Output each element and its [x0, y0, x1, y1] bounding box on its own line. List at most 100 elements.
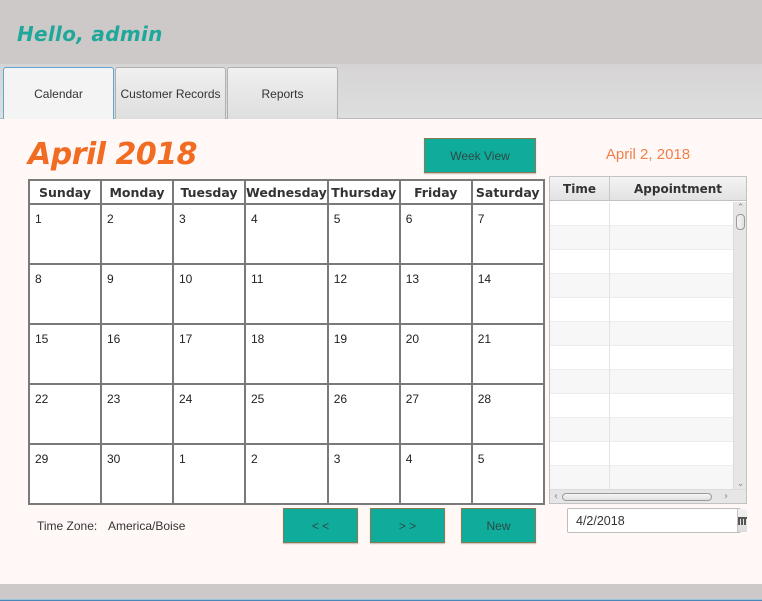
calendar-day-cell[interactable]: 28 — [470, 383, 545, 445]
calendar-day-cell[interactable]: 22 — [28, 383, 102, 445]
calendar-day-cell[interactable]: 27 — [398, 383, 473, 445]
appointment-row[interactable] — [550, 394, 733, 418]
appointment-row[interactable] — [550, 298, 733, 322]
appointment-time-cell — [550, 418, 610, 441]
week-view-button[interactable]: Week View — [424, 138, 536, 173]
calendar-day-cell[interactable]: 23 — [100, 383, 174, 445]
calendar-day-cell[interactable]: 13 — [398, 263, 473, 325]
calendar-day-cell[interactable]: 25 — [244, 383, 329, 445]
calendar-day-cell[interactable]: 3 — [172, 203, 246, 265]
next-month-button[interactable]: > > — [370, 508, 445, 543]
appointment-row[interactable] — [550, 442, 733, 466]
appointment-title-cell — [610, 202, 733, 225]
month-title: April 2018 — [28, 137, 198, 172]
appointment-title-cell — [610, 442, 733, 465]
appointment-row[interactable] — [550, 202, 733, 226]
appointment-title-cell — [610, 346, 733, 369]
calendar-day-cell[interactable]: 16 — [100, 323, 174, 385]
weekday-header: Wednesday — [244, 179, 329, 205]
horizontal-scrollbar[interactable]: ‹ › — [550, 489, 746, 503]
calendar-day-cell[interactable]: 5 — [470, 443, 545, 505]
calendar-week-row: 1234567 — [28, 203, 545, 265]
appointment-time-cell — [550, 322, 610, 345]
selected-date-title: April 2, 2018 — [605, 146, 691, 163]
appointment-row[interactable] — [550, 466, 733, 490]
weekday-header: Thursday — [326, 179, 401, 205]
calendar-week-row: 22 23 24 25 26 27 28 — [28, 383, 545, 445]
horizontal-scroll-thumb[interactable] — [562, 493, 712, 501]
calendar-day-cell[interactable]: 19 — [326, 323, 401, 385]
tab-bar: Calendar Customer Records Reports — [0, 64, 762, 120]
footer-bar — [0, 584, 762, 601]
tab-customer-records[interactable]: Customer Records — [115, 67, 226, 119]
calendar-week-row: 8 9 10 11 12 13 14 — [28, 263, 545, 325]
appointment-title-cell — [610, 370, 733, 393]
appointment-time-cell — [550, 250, 610, 273]
calendar-day-cell[interactable]: 21 — [470, 323, 545, 385]
calendar-day-cell[interactable]: 17 — [172, 323, 246, 385]
column-header-time[interactable]: Time — [550, 177, 610, 200]
weekday-header: Tuesday — [172, 179, 246, 205]
appointments-table-header: Time Appointment — [550, 177, 746, 201]
appointment-title-cell — [610, 394, 733, 417]
new-appointment-button[interactable]: New — [461, 508, 536, 543]
calendar-day-cell[interactable]: 2 — [244, 443, 329, 505]
calendar-day-cell[interactable]: 15 — [28, 323, 102, 385]
calendar-day-cell[interactable]: 26 — [326, 383, 401, 445]
calendar-day-cell[interactable]: 7 — [470, 203, 545, 265]
timezone-value: America/Boise — [108, 519, 186, 533]
calendar-day-cell[interactable]: 24 — [172, 383, 246, 445]
tab-calendar[interactable]: Calendar — [3, 67, 114, 120]
scroll-left-icon[interactable]: ‹ — [550, 490, 562, 503]
appointment-title-cell — [610, 274, 733, 297]
appointment-row[interactable] — [550, 346, 733, 370]
weekday-header: Friday — [398, 179, 473, 205]
appointment-row[interactable] — [550, 322, 733, 346]
weekday-header: Saturday — [470, 179, 545, 205]
weekday-header-row: Sunday Monday Tuesday Wednesday Thursday… — [28, 179, 545, 205]
calendar-panel: April 2018 Week View Sunday Monday Tuesd… — [0, 119, 762, 584]
date-picker-input[interactable] — [568, 509, 737, 532]
appointment-title-cell — [610, 250, 733, 273]
appointment-time-cell — [550, 394, 610, 417]
calendar-day-cell[interactable]: 29 — [28, 443, 102, 505]
month-calendar-grid: Sunday Monday Tuesday Wednesday Thursday… — [28, 179, 545, 505]
calendar-day-cell[interactable]: 30 — [100, 443, 174, 505]
calendar-day-cell[interactable]: 18 — [244, 323, 329, 385]
calendar-icon — [738, 516, 747, 525]
appointment-row[interactable] — [550, 370, 733, 394]
appointment-time-cell — [550, 466, 610, 489]
calendar-day-cell[interactable]: 2 — [100, 203, 174, 265]
timezone-label: Time Zone: — [37, 519, 98, 533]
calendar-day-cell[interactable]: 9 — [100, 263, 174, 325]
calendar-day-cell[interactable]: 5 — [326, 203, 401, 265]
date-picker[interactable] — [567, 508, 747, 533]
previous-month-button[interactable]: < < — [283, 508, 358, 543]
calendar-day-cell[interactable]: 20 — [398, 323, 473, 385]
calendar-day-cell[interactable]: 12 — [326, 263, 401, 325]
calendar-day-cell[interactable]: 10 — [172, 263, 246, 325]
appointments-table-body — [550, 202, 733, 490]
appointment-row[interactable] — [550, 418, 733, 442]
appointment-row[interactable] — [550, 274, 733, 298]
calendar-day-cell[interactable]: 6 — [398, 203, 473, 265]
vertical-scroll-thumb[interactable] — [736, 214, 745, 230]
appointment-row[interactable] — [550, 226, 733, 250]
tab-reports[interactable]: Reports — [227, 67, 338, 119]
appointments-table[interactable]: Time Appointment ⌃ ⌄ ‹ › — [549, 176, 747, 504]
column-header-appointment[interactable]: Appointment — [610, 177, 746, 200]
scroll-up-icon[interactable]: ⌃ — [734, 202, 746, 214]
calendar-day-cell[interactable]: 1 — [172, 443, 246, 505]
calendar-day-cell[interactable]: 3 — [326, 443, 401, 505]
calendar-day-cell[interactable]: 4 — [244, 203, 329, 265]
date-picker-button[interactable] — [737, 509, 747, 532]
calendar-day-cell[interactable]: 4 — [398, 443, 473, 505]
calendar-day-cell[interactable]: 8 — [28, 263, 102, 325]
appointment-title-cell — [610, 298, 733, 321]
scroll-right-icon[interactable]: › — [720, 490, 732, 503]
appointment-row[interactable] — [550, 250, 733, 274]
calendar-day-cell[interactable]: 14 — [470, 263, 545, 325]
calendar-day-cell[interactable]: 11 — [244, 263, 329, 325]
vertical-scrollbar[interactable]: ⌃ ⌄ — [733, 202, 746, 490]
calendar-day-cell[interactable]: 1 — [28, 203, 102, 265]
